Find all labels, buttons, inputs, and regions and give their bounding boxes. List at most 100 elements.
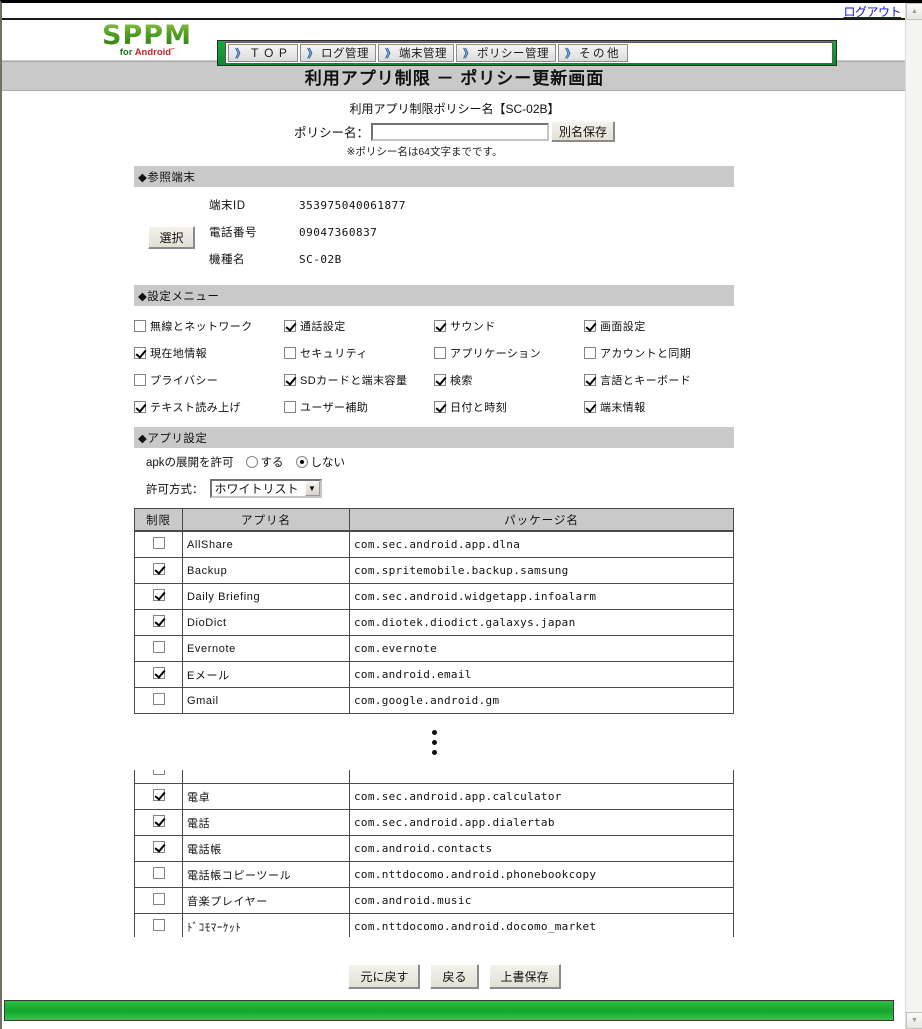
nav-tab-log-management[interactable]: 》 ログ管理 bbox=[300, 44, 376, 62]
checkbox-unchecked-icon[interactable] bbox=[152, 893, 165, 905]
table-header-row: 制限 アプリ名 パッケージ名 bbox=[134, 508, 734, 531]
checkbox-unchecked-icon[interactable] bbox=[152, 770, 165, 775]
scroll-up-button[interactable]: ▲ bbox=[906, 3, 922, 20]
settings-checkbox-label: 検索 bbox=[450, 374, 473, 387]
checkbox-checked-icon bbox=[134, 400, 146, 413]
policy-name-input[interactable] bbox=[371, 122, 549, 141]
settings-checkbox-item[interactable]: 検索 bbox=[434, 366, 584, 393]
device-key: 電話番号 bbox=[209, 227, 257, 239]
settings-checkbox-item[interactable]: 無線とネットワーク bbox=[134, 312, 284, 339]
nav-tab-top[interactable]: 》 ＴＯＰ bbox=[228, 44, 298, 62]
device-field-list: 端末ID 353975040061877 電話番号 09047360837 機種… bbox=[209, 197, 734, 278]
restrict-checkbox-cell[interactable] bbox=[134, 835, 183, 862]
restrict-checkbox-cell[interactable] bbox=[134, 557, 183, 584]
settings-checkbox-label: 端末情報 bbox=[600, 401, 646, 414]
settings-checkbox-item[interactable]: 通話設定 bbox=[284, 312, 434, 339]
restrict-checkbox-cell[interactable] bbox=[134, 635, 183, 662]
table-row[interactable]: 電話帳コピーツール com.nttdocomo.android.phonebook… bbox=[134, 861, 734, 888]
table-row[interactable]: Evernote com.evernote bbox=[134, 635, 734, 662]
restrict-checkbox-cell[interactable] bbox=[134, 887, 183, 914]
table-row[interactable]: 電話 com.sec.android.app.dialertab bbox=[134, 809, 734, 836]
restrict-checkbox-cell[interactable] bbox=[134, 531, 183, 558]
checkbox-checked-icon[interactable] bbox=[152, 563, 165, 575]
nav-tab-other[interactable]: 》 その他 bbox=[558, 44, 628, 62]
restrict-checkbox-cell[interactable] bbox=[134, 609, 183, 636]
restrict-checkbox-cell[interactable] bbox=[134, 687, 183, 714]
nav-tab-device-management[interactable]: 》 端末管理 bbox=[378, 44, 454, 62]
table-row[interactable]: Backup com.spritemobile.backup.samsung bbox=[134, 557, 734, 584]
restrict-checkbox-cell[interactable] bbox=[134, 783, 183, 810]
apk-permission-row: apkの展開を許可 する しない bbox=[134, 448, 907, 475]
settings-checkbox-item[interactable]: 言語とキーボード bbox=[584, 366, 734, 393]
restrict-checkbox-cell[interactable] bbox=[134, 861, 183, 888]
permission-mode-select[interactable]: ホワイトリスト ▼ bbox=[209, 479, 322, 498]
settings-checkbox-item[interactable]: セキュリティ bbox=[284, 339, 434, 366]
device-key: 機種名 bbox=[209, 254, 245, 266]
checkbox-unchecked-icon bbox=[284, 346, 296, 359]
checkbox-checked-icon[interactable] bbox=[152, 789, 165, 801]
restrict-checkbox-cell[interactable] bbox=[134, 809, 183, 836]
checkbox-checked-icon[interactable] bbox=[152, 615, 165, 627]
scroll-down-button[interactable]: ▼ bbox=[906, 1012, 922, 1029]
table-row[interactable]: Eメール com.android.email bbox=[134, 661, 734, 688]
checkbox-checked-icon[interactable] bbox=[152, 589, 165, 601]
settings-checkbox-item[interactable]: プライバシー bbox=[134, 366, 284, 393]
settings-checkbox-item[interactable]: アプリケーション bbox=[434, 339, 584, 366]
device-key: 端末ID bbox=[209, 200, 246, 212]
settings-checkbox-item[interactable]: アカウントと同期 bbox=[584, 339, 734, 366]
table-row[interactable]: 音楽プレイヤー com.android.music bbox=[134, 887, 734, 914]
vertical-scrollbar[interactable]: ▲ ▼ bbox=[905, 3, 922, 1029]
package-name-cell: com.android.music bbox=[349, 887, 734, 914]
select-device-button[interactable]: 選択 bbox=[148, 226, 195, 249]
settings-checkbox-item[interactable]: 画面設定 bbox=[584, 312, 734, 339]
checkbox-checked-icon[interactable] bbox=[152, 841, 165, 853]
table-row[interactable]: 電話帳 com.android.contacts bbox=[134, 835, 734, 862]
checkbox-checked-icon bbox=[284, 319, 296, 332]
checkbox-unchecked-icon[interactable] bbox=[152, 919, 165, 931]
table-row[interactable]: AllShare com.sec.android.app.dlna bbox=[134, 531, 734, 558]
restrict-checkbox-cell[interactable] bbox=[134, 913, 183, 937]
settings-checkbox-label: 現在地情報 bbox=[150, 347, 207, 360]
apk-radio-no[interactable]: しない bbox=[295, 454, 345, 470]
save-as-button[interactable]: 別名保存 bbox=[551, 121, 616, 142]
settings-checkbox-item[interactable]: 端末情報 bbox=[584, 393, 734, 420]
restrict-checkbox-cell[interactable] bbox=[134, 583, 183, 610]
table-row[interactable]: DioDict com.diotek.diodict.galaxys.japan bbox=[134, 609, 734, 636]
nav-tab-policy-management[interactable]: 》 ポリシー管理 bbox=[456, 44, 556, 62]
table-row[interactable]: Gmail com.google.android.gm bbox=[134, 687, 734, 714]
settings-checkbox-item[interactable]: サウンド bbox=[434, 312, 584, 339]
checkbox-checked-icon[interactable] bbox=[152, 815, 165, 827]
logout-link[interactable]: ログアウト bbox=[843, 3, 901, 20]
table-row[interactable]: 電卓 com.sec.android.app.calculator bbox=[134, 783, 734, 810]
package-name-cell: com.android.email bbox=[349, 661, 734, 688]
scrollbar-track[interactable] bbox=[906, 20, 922, 1012]
checkbox-unchecked-icon[interactable] bbox=[152, 641, 165, 653]
checkbox-unchecked-icon[interactable] bbox=[152, 693, 165, 705]
table-row[interactable]: ﾄﾞｺﾓﾏｰｹｯﾄ com.nttdocomo.android.docomo_ma… bbox=[134, 913, 734, 937]
settings-checkbox-item[interactable]: SDカードと端末容量 bbox=[284, 366, 434, 393]
overwrite-save-button[interactable]: 上書保存 bbox=[488, 964, 561, 989]
apk-radio-label: する bbox=[260, 456, 284, 469]
sppm-logo: SPPM for Android˝ bbox=[87, 22, 207, 58]
app-name-cell: Evernote bbox=[182, 635, 350, 662]
checkbox-unchecked-icon[interactable] bbox=[152, 537, 165, 549]
checkbox-unchecked-icon[interactable] bbox=[152, 867, 165, 879]
checkbox-checked-icon[interactable] bbox=[152, 667, 165, 679]
device-value: 09047360837 bbox=[299, 226, 378, 239]
settings-checkbox-item[interactable]: 現在地情報 bbox=[134, 339, 284, 366]
revert-button[interactable]: 元に戻す bbox=[348, 964, 421, 989]
apk-radio-yes[interactable]: する bbox=[245, 454, 284, 470]
table-row[interactable]: Daily Briefing com.sec.android.widgetapp.… bbox=[134, 583, 734, 610]
app-table-body-bottom: 電卓 com.sec.android.app.calculator 電話 com.se… bbox=[134, 770, 734, 937]
settings-checkbox-item[interactable]: ユーザー補助 bbox=[284, 393, 434, 420]
app-name-cell: ﾄﾞｺﾓﾏｰｹｯﾄ bbox=[182, 913, 350, 937]
footer-accent-bar bbox=[4, 1000, 894, 1021]
settings-checkbox-item[interactable]: 日付と時刻 bbox=[434, 393, 584, 420]
back-button[interactable]: 戻る bbox=[430, 964, 479, 989]
table-row[interactable] bbox=[134, 770, 734, 784]
restrict-checkbox-cell[interactable] bbox=[134, 770, 183, 784]
device-info-block: 選択 端末ID 353975040061877 電話番号 09047360837… bbox=[134, 197, 734, 278]
settings-checkbox-item[interactable]: テキスト読み上げ bbox=[134, 393, 284, 420]
restrict-checkbox-cell[interactable] bbox=[134, 661, 183, 688]
app-name-cell: Eメール bbox=[182, 661, 350, 688]
